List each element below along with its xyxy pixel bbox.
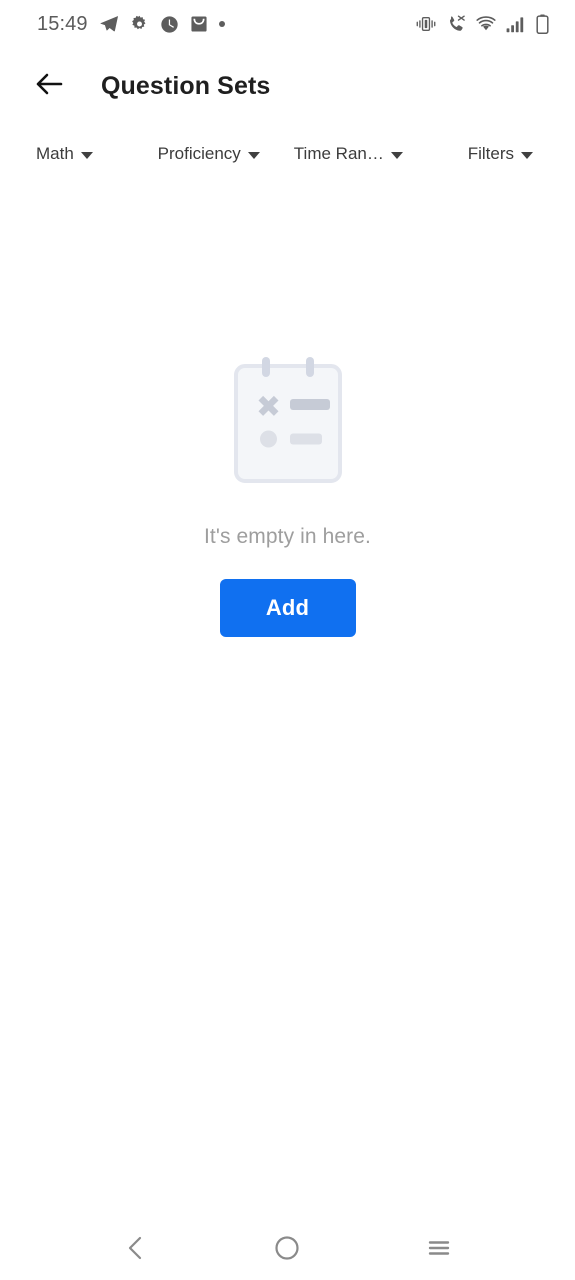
chevron-down-icon bbox=[521, 151, 533, 159]
filter-more-filters[interactable]: Filters bbox=[460, 138, 541, 170]
phone-screen: 15:49 Question Sets Math Proficiency Tim… bbox=[0, 0, 575, 1280]
status-bar-clock: 15:49 bbox=[37, 12, 88, 35]
chevron-down-icon bbox=[80, 151, 93, 159]
clock-icon bbox=[160, 15, 179, 34]
app-bar: Question Sets bbox=[0, 48, 575, 124]
circle-home-icon bbox=[273, 1234, 301, 1262]
telegram-icon bbox=[99, 14, 119, 34]
wifi-icon bbox=[476, 16, 496, 32]
gear-icon bbox=[130, 15, 149, 34]
nav-recents-button[interactable] bbox=[407, 1224, 471, 1272]
status-bar-right bbox=[416, 14, 549, 34]
status-bar: 15:49 bbox=[0, 0, 575, 48]
inbox-icon bbox=[190, 15, 208, 33]
filter-time-range[interactable]: Time Ran… bbox=[286, 138, 411, 170]
cellular-signal-icon bbox=[506, 16, 526, 33]
status-bar-left: 15:49 bbox=[37, 13, 225, 36]
android-navigation-bar bbox=[0, 1216, 575, 1280]
page-title: Question Sets bbox=[101, 71, 271, 100]
hamburger-recents-icon bbox=[425, 1234, 453, 1262]
question-sets-list-area: It's empty in here. Add bbox=[0, 184, 575, 1216]
filter-proficiency[interactable]: Proficiency bbox=[150, 138, 268, 170]
dot-indicator-icon bbox=[218, 21, 225, 27]
chevron-left-icon bbox=[122, 1234, 150, 1262]
chevron-down-icon bbox=[247, 151, 260, 159]
missed-call-icon bbox=[446, 15, 466, 34]
add-button[interactable]: Add bbox=[219, 579, 356, 637]
vibrate-mode-icon bbox=[416, 15, 436, 33]
filter-subject[interactable]: Math bbox=[28, 138, 101, 170]
arrow-left-icon bbox=[34, 69, 64, 104]
chevron-down-icon bbox=[390, 151, 403, 159]
nav-back-button[interactable] bbox=[104, 1224, 168, 1272]
battery-icon bbox=[536, 14, 549, 34]
filter-more-filters-label: Filters bbox=[467, 144, 514, 163]
empty-state-message: It's empty in here. bbox=[204, 525, 371, 548]
filter-bar: Math Proficiency Time Ran… Filters bbox=[0, 124, 575, 184]
filter-time-range-label: Time Ran… bbox=[293, 144, 384, 163]
back-navigation-button[interactable] bbox=[26, 63, 72, 109]
filter-subject-label: Math bbox=[36, 144, 74, 163]
empty-state: It's empty in here. Add bbox=[0, 355, 575, 637]
empty-clipboard-illustration bbox=[232, 355, 344, 485]
nav-home-button[interactable] bbox=[255, 1224, 319, 1272]
filter-proficiency-label: Proficiency bbox=[157, 144, 241, 163]
